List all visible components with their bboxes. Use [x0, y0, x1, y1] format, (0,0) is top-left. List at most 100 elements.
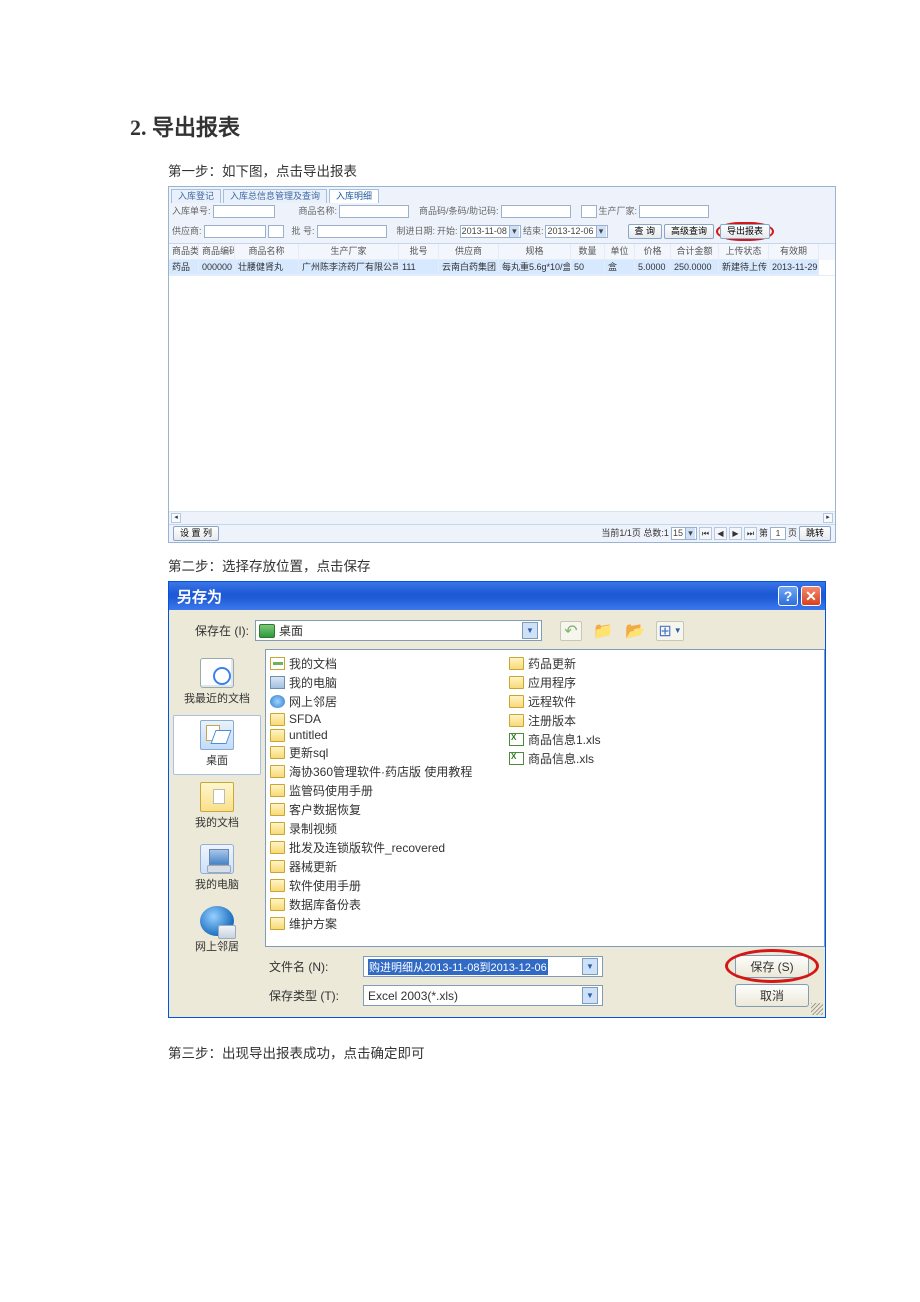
- save-button[interactable]: 保存 (S): [735, 955, 809, 978]
- lbl-start: 开始:: [437, 226, 458, 237]
- folder-icon: [270, 898, 285, 911]
- list-item-label: 录制视频: [289, 820, 337, 837]
- place-pc[interactable]: 我的电脑: [173, 839, 261, 899]
- list-item[interactable]: 注册版本: [509, 711, 744, 730]
- views-icon[interactable]: ⊞▼: [656, 621, 684, 641]
- list-item-label: 海协360管理软件·药店版 使用教程: [289, 763, 472, 780]
- folder-icon: [270, 860, 285, 873]
- list-item[interactable]: 应用程序: [509, 673, 744, 692]
- list-item[interactable]: 商品信息.xls: [509, 749, 744, 768]
- list-item[interactable]: 维护方案: [270, 914, 505, 933]
- th-2: 商品名称: [235, 244, 299, 260]
- fname-input[interactable]: 购进明细从2013-11-08到2013-12-06 ▼: [363, 956, 603, 977]
- list-item-label: 器械更新: [289, 858, 337, 875]
- btn-adv-query[interactable]: 高级查询: [664, 224, 714, 239]
- resize-grip-icon[interactable]: [811, 1003, 823, 1015]
- table-row[interactable]: 药品 000000 壮腰健肾丸 广州陈李济药厂有限公司 111 云南白药集团 每…: [169, 260, 835, 276]
- new-folder-icon[interactable]: 📂: [624, 621, 646, 641]
- list-item[interactable]: 我的文档: [270, 654, 505, 673]
- inp-mfr[interactable]: [639, 205, 709, 218]
- back-icon[interactable]: ↶: [560, 621, 582, 641]
- list-item-label: 远程软件: [528, 693, 576, 710]
- btn-set-columns[interactable]: 设 置 列: [173, 526, 219, 541]
- list-item-label: 药品更新: [528, 655, 576, 672]
- pager-prev-icon[interactable]: ◀: [714, 527, 727, 540]
- fname-label: 文件名 (N):: [269, 958, 353, 975]
- list-item[interactable]: 录制视频: [270, 819, 505, 838]
- list-item[interactable]: 监管码使用手册: [270, 781, 505, 800]
- places-bar: 我最近的文档 桌面 我的文档 我的电脑: [169, 649, 265, 1017]
- inp-order-no[interactable]: [213, 205, 275, 218]
- tab-0[interactable]: 入库登记: [171, 189, 221, 203]
- inp-code[interactable]: [501, 205, 571, 218]
- ftype-dropdown-icon[interactable]: ▼: [582, 987, 598, 1004]
- place-desktop[interactable]: 桌面: [173, 715, 261, 775]
- th-7: 数量: [571, 244, 605, 260]
- chevron-down-icon[interactable]: ▼: [522, 622, 538, 639]
- list-item[interactable]: 商品信息1.xls: [509, 730, 744, 749]
- page-num[interactable]: 1: [770, 527, 786, 540]
- place-docs[interactable]: 我的文档: [173, 777, 261, 837]
- fname-dropdown-icon[interactable]: ▼: [582, 958, 598, 975]
- cancel-button[interactable]: 取消: [735, 984, 809, 1007]
- mydocs-icon: [270, 657, 285, 670]
- list-item[interactable]: SFDA: [270, 711, 505, 727]
- toolbar-icons: ↶ 📁 📂 ⊞▼: [560, 621, 684, 641]
- h-scrollbar[interactable]: ◂ ▸: [169, 511, 835, 524]
- inp-supplier-pick[interactable]: [268, 225, 284, 238]
- list-item-label: 监管码使用手册: [289, 782, 373, 799]
- help-button[interactable]: ?: [778, 586, 798, 606]
- list-item-label: untitled: [289, 728, 328, 742]
- inp-supplier[interactable]: [204, 225, 266, 238]
- folder-icon: [270, 765, 285, 778]
- btn-query[interactable]: 查 询: [628, 224, 663, 239]
- desktop-place-icon: [200, 720, 234, 750]
- ftype-input[interactable]: Excel 2003(*.xls) ▼: [363, 985, 603, 1006]
- footer-bar: 设 置 列 当前1/1页 总数:1 15▾ ⏮ ◀ ▶ ⏭ 第 1 页 跳转: [169, 524, 835, 542]
- inp-prod-name[interactable]: [339, 205, 409, 218]
- list-item[interactable]: 网上邻居: [270, 692, 505, 711]
- list-item[interactable]: 客户数据恢复: [270, 800, 505, 819]
- place-net[interactable]: 网上邻居: [173, 901, 261, 961]
- pager-next-icon[interactable]: ▶: [729, 527, 742, 540]
- list-item[interactable]: 数据库备份表: [270, 895, 505, 914]
- date-end[interactable]: 2013-12-06▾: [545, 225, 607, 238]
- place-recent[interactable]: 我最近的文档: [173, 653, 261, 713]
- inp-small[interactable]: [581, 205, 597, 218]
- step2-text: 第二步：选择存放位置，点击保存: [168, 555, 790, 575]
- save-in-combo[interactable]: 桌面 ▼: [255, 620, 542, 641]
- filter-row-2: 供应商: 批 号: 制进日期: 开始: 2013-11-08▾ 结束: 2013…: [169, 220, 835, 243]
- close-button[interactable]: ✕: [801, 586, 821, 606]
- list-item[interactable]: 更新sql: [270, 743, 505, 762]
- tabs: 入库登记 入库总信息管理及查询 入库明细: [169, 187, 835, 203]
- list-item-label: 商品信息1.xls: [528, 731, 601, 748]
- list-item[interactable]: untitled: [270, 727, 505, 743]
- folder-icon: [270, 746, 285, 759]
- btn-export[interactable]: 导出报表: [720, 224, 770, 239]
- list-item-label: 更新sql: [289, 744, 328, 761]
- date-start[interactable]: 2013-11-08▾: [460, 225, 521, 238]
- step1-text: 第一步：如下图，点击导出报表: [168, 160, 790, 180]
- list-item[interactable]: 软件使用手册: [270, 876, 505, 895]
- up-folder-icon[interactable]: 📁: [592, 621, 614, 641]
- screenshot-1: 入库登记 入库总信息管理及查询 入库明细 入库单号: 商品名称: 商品码/条码/…: [168, 186, 836, 543]
- table-header: 商品类别 商品编码 商品名称 生产厂家 批号 供应商 规格 数量 单位 价格 合…: [169, 243, 835, 260]
- inp-batch[interactable]: [317, 225, 387, 238]
- list-item[interactable]: 海协360管理软件·药店版 使用教程: [270, 762, 505, 781]
- folder-icon: [270, 713, 285, 726]
- scroll-right-icon[interactable]: ▸: [823, 513, 833, 523]
- btn-jump[interactable]: 跳转: [799, 526, 831, 541]
- list-item[interactable]: 远程软件: [509, 692, 744, 711]
- list-item[interactable]: 我的电脑: [270, 673, 505, 692]
- pager-last-icon[interactable]: ⏭: [744, 527, 757, 540]
- list-item-label: 我的文档: [289, 655, 337, 672]
- list-item[interactable]: 批发及连锁版软件_recovered: [270, 838, 505, 857]
- list-item[interactable]: 器械更新: [270, 857, 505, 876]
- tab-2[interactable]: 入库明细: [329, 189, 379, 203]
- tab-1[interactable]: 入库总信息管理及查询: [223, 189, 327, 203]
- list-item[interactable]: 药品更新: [509, 654, 744, 673]
- page-size[interactable]: 15▾: [671, 527, 697, 540]
- pager-first-icon[interactable]: ⏮: [699, 527, 712, 540]
- pager-label: 第: [759, 528, 768, 539]
- scroll-left-icon[interactable]: ◂: [171, 513, 181, 523]
